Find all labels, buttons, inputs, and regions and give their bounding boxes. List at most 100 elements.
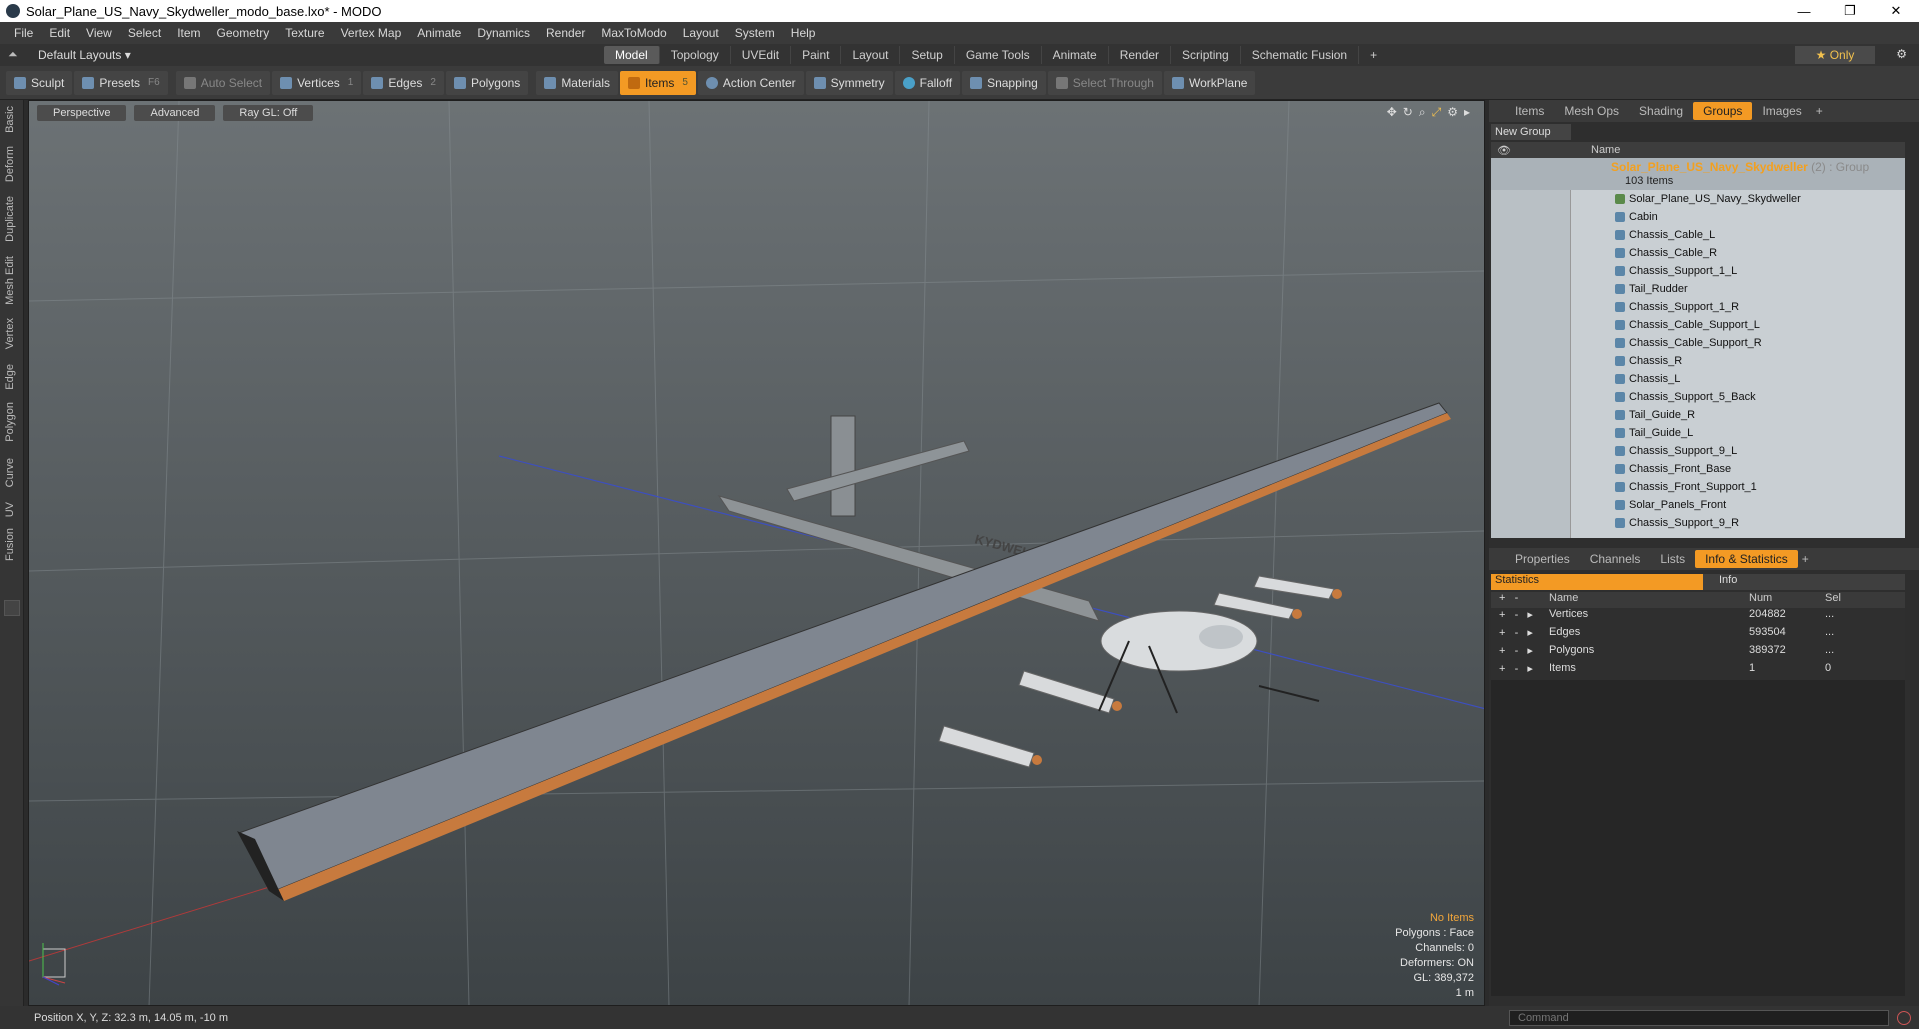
list-item[interactable]: Tail_Rudder: [1491, 280, 1905, 298]
list-item[interactable]: Chassis_Cable_Support_L: [1491, 316, 1905, 334]
tab-setup[interactable]: Setup: [900, 46, 955, 64]
tab-animate[interactable]: Animate: [1042, 46, 1109, 64]
expand-all-icon[interactable]: + -: [1491, 592, 1545, 608]
tab-paint[interactable]: Paint: [791, 46, 842, 64]
command-input[interactable]: [1509, 1009, 1889, 1026]
sculpt-button[interactable]: Sculpt: [6, 70, 73, 95]
menu-item[interactable]: Item: [169, 26, 208, 40]
expand-icon[interactable]: + - ▸: [1491, 626, 1545, 644]
view-more-icon[interactable]: ▸: [1464, 105, 1470, 120]
add-panel-tab-icon[interactable]: +: [1802, 552, 1809, 566]
expand-icon[interactable]: + - ▸: [1491, 644, 1545, 662]
list-item[interactable]: Chassis_Front_Base: [1491, 460, 1905, 478]
items-button[interactable]: Items 5: [620, 70, 696, 95]
left-tab-deform[interactable]: Deform: [4, 146, 20, 182]
list-item[interactable]: Chassis_Cable_R: [1491, 244, 1905, 262]
list-item[interactable]: Chassis_L: [1491, 370, 1905, 388]
materials-button[interactable]: Materials: [536, 70, 618, 95]
name-column-header[interactable]: Name: [1591, 144, 1620, 156]
auto-select-button[interactable]: Auto Select: [175, 70, 271, 95]
left-tab-basic[interactable]: Basic: [4, 106, 20, 133]
tab-mesh-ops[interactable]: Mesh Ops: [1554, 102, 1629, 120]
menu-select[interactable]: Select: [120, 26, 169, 40]
layout-arrow-icon[interactable]: ⏶: [8, 47, 18, 62]
zoom-view-icon[interactable]: ⌕: [1419, 105, 1426, 120]
vertices-button[interactable]: Vertices 1: [272, 70, 362, 95]
stats-row-edges[interactable]: + - ▸ Edges 593504 ...: [1491, 626, 1905, 644]
list-item[interactable]: Chassis_Support_9_R: [1491, 514, 1905, 532]
record-icon[interactable]: [1897, 1010, 1911, 1025]
select-through-button[interactable]: Select Through: [1047, 70, 1162, 95]
menu-vertex-map[interactable]: Vertex Map: [333, 26, 410, 40]
tab-channels[interactable]: Channels: [1580, 550, 1651, 568]
menu-dynamics[interactable]: Dynamics: [469, 26, 538, 40]
raygl-button[interactable]: Ray GL: Off: [223, 105, 314, 121]
list-item[interactable]: Tail_Guide_R: [1491, 406, 1905, 424]
move-view-icon[interactable]: ✥: [1387, 105, 1397, 120]
menu-render[interactable]: Render: [538, 26, 593, 40]
presets-button[interactable]: Presets F6: [74, 70, 168, 95]
stats-row-items[interactable]: + - ▸ Items 1 0: [1491, 662, 1905, 680]
list-item[interactable]: Chassis_Support_9_L: [1491, 442, 1905, 460]
menu-texture[interactable]: Texture: [277, 26, 332, 40]
tab-game-tools[interactable]: Game Tools: [955, 46, 1042, 64]
info-tab[interactable]: Info: [1703, 574, 1905, 590]
left-tab-mesh-edit[interactable]: Mesh Edit: [4, 256, 20, 305]
list-item[interactable]: Solar_Plane_US_Navy_Skydweller: [1491, 190, 1905, 208]
workplane-button[interactable]: WorkPlane: [1163, 70, 1256, 95]
tab-model[interactable]: Model: [604, 46, 660, 64]
list-item[interactable]: Chassis_Front_Support_1: [1491, 478, 1905, 496]
list-item[interactable]: Chassis_Cable_Support_R: [1491, 334, 1905, 352]
add-panel-tab-icon[interactable]: +: [1816, 104, 1823, 118]
list-item[interactable]: Tail_Guide_L: [1491, 424, 1905, 442]
tab-groups[interactable]: Groups: [1693, 102, 1753, 120]
group-row[interactable]: Solar_Plane_US_Navy_Skydweller (2) : Gro…: [1491, 158, 1905, 190]
fit-view-icon[interactable]: ⤢: [1432, 105, 1442, 120]
list-item[interactable]: Chassis_Support_1_R: [1491, 298, 1905, 316]
symmetry-button[interactable]: Symmetry: [805, 70, 893, 95]
falloff-button[interactable]: Falloff: [894, 70, 961, 95]
tab-topology[interactable]: Topology: [660, 46, 731, 64]
list-item[interactable]: Solar_Panels_Front: [1491, 496, 1905, 514]
left-tab-polygon[interactable]: Polygon: [4, 402, 20, 442]
list-item[interactable]: Chassis_Support_5_Back: [1491, 388, 1905, 406]
new-group-button[interactable]: New Group: [1491, 124, 1571, 140]
list-item[interactable]: Chassis_Support_1_L: [1491, 262, 1905, 280]
snapping-button[interactable]: Snapping: [962, 70, 1046, 95]
menu-file[interactable]: File: [6, 26, 41, 40]
list-item[interactable]: Chassis_Cable_L: [1491, 226, 1905, 244]
menu-maxtomodo[interactable]: MaxToModo: [593, 26, 674, 40]
3d-viewport[interactable]: KYDWELL Perspective Advanced Ray GL: Off…: [28, 100, 1485, 1006]
add-tab-icon[interactable]: +: [1359, 46, 1388, 64]
menu-geometry[interactable]: Geometry: [209, 26, 278, 40]
polygons-button[interactable]: Polygons: [445, 70, 529, 95]
tab-schematic-fusion[interactable]: Schematic Fusion: [1241, 46, 1360, 64]
tab-scripting[interactable]: Scripting: [1171, 46, 1241, 64]
left-tab-duplicate[interactable]: Duplicate: [4, 196, 20, 242]
tab-lists[interactable]: Lists: [1650, 550, 1695, 568]
tab-layout[interactable]: Layout: [841, 46, 901, 64]
left-tab-toggle[interactable]: [4, 600, 20, 616]
tab-images[interactable]: Images: [1752, 102, 1811, 120]
menu-layout[interactable]: Layout: [675, 26, 727, 40]
tab-items[interactable]: Items: [1505, 102, 1554, 120]
statistics-tab[interactable]: Statistics: [1491, 574, 1703, 590]
left-tab-fusion[interactable]: Fusion: [4, 528, 20, 561]
maximize-button[interactable]: ❐: [1827, 0, 1873, 22]
menu-system[interactable]: System: [727, 26, 783, 40]
expand-icon[interactable]: + - ▸: [1491, 662, 1545, 680]
list-item[interactable]: Cabin: [1491, 208, 1905, 226]
tab-uvedit[interactable]: UVEdit: [731, 46, 792, 64]
expand-icon[interactable]: + - ▸: [1491, 608, 1545, 626]
default-layouts-dropdown[interactable]: Default Layouts ▾: [0, 48, 131, 62]
rotate-view-icon[interactable]: ↻: [1403, 105, 1413, 120]
left-tab-curve[interactable]: Curve: [4, 458, 20, 487]
advanced-button[interactable]: Advanced: [134, 105, 216, 121]
minimize-button[interactable]: —: [1781, 0, 1827, 22]
gear-icon[interactable]: ⚙: [1896, 47, 1907, 61]
close-button[interactable]: ✕: [1873, 0, 1919, 22]
edges-button[interactable]: Edges 2: [363, 70, 444, 95]
only-button[interactable]: ★ Only: [1795, 46, 1875, 64]
stats-row-polygons[interactable]: + - ▸ Polygons 389372 ...: [1491, 644, 1905, 662]
menu-edit[interactable]: Edit: [41, 26, 78, 40]
